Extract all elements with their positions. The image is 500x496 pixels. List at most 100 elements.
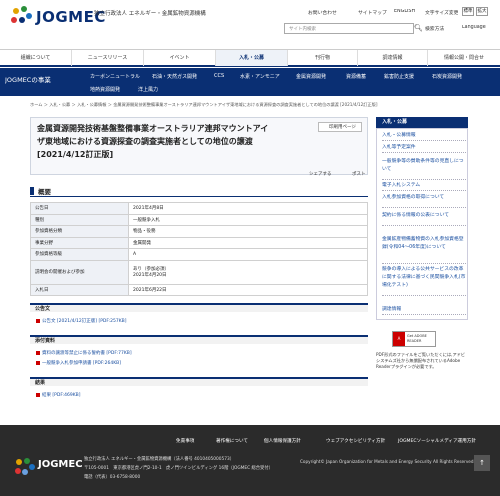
pdf-link-notice[interactable]: 公告文 [2021/4/12訂正版] [PDF:257KB] — [36, 318, 127, 324]
subnav-coal[interactable]: 石炭資源開発 — [432, 73, 462, 80]
row-key: 参加資格分類 — [30, 225, 129, 238]
row-value: 一般競争入札 — [128, 213, 368, 226]
section-header-result — [30, 377, 368, 386]
pdf-link-pledge[interactable]: 資料の譲渡等禁止に係る誓約書 [PDF:77KB] — [36, 350, 132, 356]
sidebar-item-procurement[interactable]: 調達情報 — [382, 306, 466, 315]
overview-heading-text: 概要 — [38, 188, 51, 196]
link-text: 公告文 [2021/4/12訂正版] [PDF:257KB] — [42, 319, 127, 324]
gnav-disclosure[interactable]: 情報公開・問合せ — [428, 50, 500, 66]
subnav-carbon-neutral[interactable]: カーボンニュートラル — [90, 73, 140, 80]
footer-logo-mark-icon — [15, 458, 35, 475]
print-button[interactable]: 印刷用ページ — [318, 122, 362, 132]
row-value: 物品・役務 — [128, 225, 368, 238]
footer-copyright[interactable]: 著作権について — [216, 438, 248, 444]
gnav-publications[interactable]: 刊行物 — [288, 50, 358, 66]
jogmec-logo[interactable]: JOGMEC — [10, 5, 105, 27]
search-input[interactable]: サイト内検索 — [284, 23, 414, 34]
table-row: 公告日 2021年4月8日 — [30, 202, 368, 215]
sidebar-heading[interactable]: 入札・公募 — [376, 117, 468, 128]
breadcrumb[interactable]: ホーム ＞ 入札・公募 ＞ 入札・公募情報 ＞ 金属資源開発技術整備事業オースト… — [30, 102, 390, 108]
subnav-geothermal[interactable]: 地熱資源開発 — [90, 86, 120, 93]
briefing-date: 2021年4月20日 — [133, 273, 167, 278]
subnav-hydrogen[interactable]: 水素・アンモニア — [240, 73, 280, 80]
sidebar-item-planned[interactable]: 入札等予定案件 — [382, 144, 466, 153]
global-nav: 組織について ニュースリリース イベント 入札・公募 刊行物 調達情報 情報公開… — [0, 49, 500, 67]
gnav-bidding[interactable]: 入札・公募 — [216, 50, 288, 66]
sidebar-item-ebidding[interactable]: 電子入札システム — [382, 182, 466, 191]
row-value: 2021年6月22日 — [128, 283, 368, 296]
row-value: 2021年4月8日 — [128, 202, 368, 215]
row-value: 金属開発 — [128, 236, 368, 249]
page-title: 金属資源開発技術基盤整備事業オーストラリア連邦マウントアイザ東地域における資源探… — [37, 124, 269, 159]
search-method-link[interactable]: 検索方法 — [425, 25, 444, 32]
adobe-reader-label: Get ADOBE READER — [407, 334, 427, 343]
subnav-ccs[interactable]: CCS — [214, 73, 224, 79]
table-row: 種別 一般競争入札 — [30, 213, 368, 226]
sidebar-item-market-test[interactable]: 競争の導入による公共サービスの改革に関する法律に基づく民間競争入札(市場化テスト… — [382, 266, 466, 296]
subnav-metals[interactable]: 金属資源開発 — [296, 73, 326, 80]
sidebar-item-info[interactable]: 入札・公募情報 — [382, 132, 466, 141]
row-key: 説明会の開催および参加 — [30, 259, 129, 285]
section-heading-notice: 公告文 — [35, 306, 51, 312]
share-button[interactable]: シェアする — [309, 171, 332, 177]
subnav-stockpile[interactable]: 資源備蓄 — [346, 73, 366, 80]
sidebar-item-stockpile-bid[interactable]: 金属鉱産物備蓄物資の入札参加資格登録(令和04〜06年度)について — [382, 236, 466, 264]
table-row: 入札日 2021年6月22日 — [30, 283, 368, 296]
gnav-news[interactable]: ニュースリリース — [72, 50, 144, 66]
sidebar-item-qualification[interactable]: 入札参加資格の取得について — [382, 194, 466, 208]
contact-link[interactable]: お問い合わせ — [308, 9, 337, 16]
english-link[interactable]: ENGLISH — [394, 9, 415, 14]
post-button[interactable]: ポスト — [352, 171, 366, 177]
footer-org: 独立行政法人 エネルギー・金属鉱物資源機構（法人番号 4010405000573… — [84, 457, 234, 462]
section-heading-attachments: 添付資料 — [35, 338, 56, 344]
font-size-label: 文字サイズ変更 — [425, 11, 459, 16]
pdf-icon — [36, 392, 40, 397]
table-row: 参加資格分類 物品・役務 — [30, 225, 368, 238]
footer-logo-text: JOGMEC — [38, 459, 83, 470]
gnav-about[interactable]: 組織について — [0, 50, 72, 66]
adobe-pdf-icon: A — [393, 332, 405, 346]
section-header-attachments — [30, 335, 368, 344]
sidebar-item-contracts[interactable]: 契約に係る情報の公表について — [382, 212, 466, 226]
language-link[interactable]: Language — [462, 25, 486, 30]
section-heading-result: 結果 — [35, 380, 46, 386]
footer-accessibility[interactable]: ウェブアクセシビリティ方針 — [326, 438, 385, 444]
gnav-events[interactable]: イベント — [144, 50, 216, 66]
subnav-mine-pollution[interactable]: 鉱害防止支援 — [384, 73, 414, 80]
section-header-notice — [30, 303, 368, 312]
link-text: 一般競争入札参加申請書 [PDF:264KB] — [42, 361, 122, 366]
row-key: 種別 — [30, 213, 129, 226]
row-key: 入札日 — [30, 283, 129, 296]
print-label: 印刷用ページ — [329, 125, 356, 130]
pdf-link-application[interactable]: 一般競争入札参加申請書 [PDF:264KB] — [36, 360, 121, 366]
font-size-normal-button[interactable]: 標準 — [462, 7, 474, 16]
pdf-link-result[interactable]: 結果 [PDF:469KB] — [36, 392, 81, 398]
link-text: 資料の譲渡等禁止に係る誓約書 [PDF:77KB] — [42, 351, 132, 356]
table-row: 参加資格等級 A — [30, 248, 368, 261]
font-size-large-button[interactable]: 拡大 — [476, 7, 488, 16]
footer-address: 〒105-0001 東京都港区虎ノ門2-10-1 虎ノ門ツインビルディング 16… — [84, 466, 273, 471]
search-icon[interactable]: 🔍︎ — [414, 23, 423, 34]
gnav-procurement[interactable]: 調達情報 — [358, 50, 428, 66]
overview-table: 公告日 2021年4月8日 種別 一般競争入札 参加資格分類 物品・役務 事業分野 金属… — [30, 202, 368, 296]
sidebar-item-review[interactable]: 一般競争等の賛助条件等の見直しについて — [382, 158, 466, 180]
row-key: 事業分野 — [30, 236, 129, 249]
footer-social-policy[interactable]: JOGMECソーシャルメディア運用方針 — [398, 438, 476, 444]
subnav-oil-gas[interactable]: 石油・天然ガス開発 — [152, 73, 197, 80]
org-name: 独立行政法人 エネルギー・金属鉱物資源機構 — [94, 11, 206, 17]
back-to-top-button[interactable]: ↑ — [474, 455, 490, 471]
pdf-icon — [36, 318, 40, 323]
row-value: A — [128, 248, 368, 261]
overview-heading: 概要 — [30, 186, 368, 197]
footer-logo[interactable]: JOGMEC — [14, 457, 83, 477]
footer-disclaimer[interactable]: 免責事項 — [176, 438, 194, 444]
table-row: 説明会の開催および参加 あり（参加必須） 2021年4月20日 — [30, 259, 368, 285]
sitemap-link[interactable]: サイトマップ — [358, 9, 387, 16]
pdf-icon — [36, 350, 40, 355]
subnav-offshore-wind[interactable]: 洋上風力 — [138, 86, 158, 93]
adobe-note: PDF形式のファイルをご覧いただくには,アドビシステムズ社から無償配布されている… — [376, 352, 466, 369]
copyright-text: Copyright© Japan Organization for Metals… — [300, 459, 475, 464]
footer-phone: 電話（代表）03-6758-8000 — [84, 475, 141, 480]
pdf-icon — [36, 360, 40, 365]
footer-privacy[interactable]: 個人情報保護方針 — [264, 438, 301, 444]
